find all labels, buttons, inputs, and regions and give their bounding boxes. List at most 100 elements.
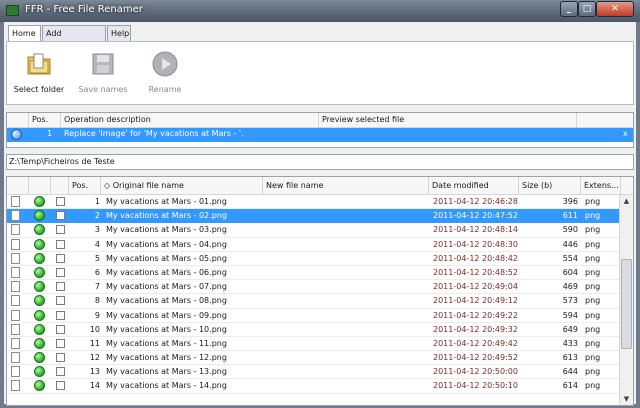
file-pos: 4 <box>94 239 100 249</box>
file-row[interactable]: 1 My vacations at Mars - 01.png 2011-04-12… <box>7 195 633 210</box>
close-button[interactable]: ✕ <box>596 1 634 17</box>
scroll-thumb[interactable] <box>621 259 632 349</box>
save-names-button[interactable]: Save names <box>77 50 129 102</box>
file-extension: png <box>585 211 601 221</box>
play-icon <box>152 51 178 77</box>
file-checkbox[interactable] <box>56 267 65 277</box>
file-checkbox[interactable] <box>56 211 65 221</box>
file-row[interactable]: 12 My vacations at Mars - 12.png 2011-04-1… <box>7 351 633 366</box>
file-checkbox[interactable] <box>56 324 65 334</box>
file-size: 469 <box>562 282 578 292</box>
minimize-button[interactable]: _ <box>560 1 578 17</box>
file-row[interactable]: 2 My vacations at Mars - 02.png 2011-04-12… <box>7 209 633 224</box>
file-checkbox[interactable] <box>56 353 65 363</box>
status-ok-icon <box>34 352 45 364</box>
maximize-button[interactable]: □ <box>578 1 596 17</box>
window-title: FFR - Free File Renamer <box>25 4 143 15</box>
file-checkbox[interactable] <box>56 338 65 348</box>
file-icon <box>11 252 20 264</box>
header-date-modified[interactable]: Date modified <box>429 177 519 195</box>
status-ok-icon <box>34 252 45 264</box>
file-checkbox[interactable] <box>56 282 65 292</box>
file-icon <box>11 295 20 307</box>
select-folder-button[interactable]: Select folder <box>13 50 65 102</box>
header-preview[interactable]: Preview selected file <box>319 113 577 128</box>
file-extension: png <box>585 253 601 263</box>
file-icon <box>11 224 20 236</box>
file-checkbox[interactable] <box>56 381 65 391</box>
file-row[interactable]: 13 My vacations at Mars - 13.png 2011-04-1… <box>7 365 633 380</box>
header-status <box>29 177 51 195</box>
folder-icon <box>27 53 51 75</box>
file-icon <box>11 196 20 207</box>
tab-help[interactable]: Help <box>107 25 131 41</box>
file-checkbox[interactable] <box>56 310 65 320</box>
file-checkbox[interactable] <box>56 225 65 235</box>
header-new-file-name[interactable]: New file name <box>263 177 429 195</box>
file-extension: png <box>585 324 601 334</box>
file-row[interactable]: 6 My vacations at Mars - 06.png 2011-04-12… <box>7 266 633 281</box>
file-row[interactable]: 7 My vacations at Mars - 07.png 2011-04-12… <box>7 280 633 295</box>
scroll-down-icon[interactable]: ▼ <box>620 393 633 405</box>
file-row[interactable]: 8 My vacations at Mars - 08.png 2011-04-12… <box>7 294 633 309</box>
header-check <box>51 177 69 195</box>
file-size: 614 <box>562 381 578 391</box>
file-row[interactable]: 9 My vacations at Mars - 09.png 2011-04-12… <box>7 309 633 323</box>
file-checkbox[interactable] <box>56 253 65 263</box>
original-file-name: My vacations at Mars - 05.png <box>106 253 227 263</box>
original-file-name: My vacations at Mars - 04.png <box>106 239 227 249</box>
status-ok-icon <box>34 295 45 307</box>
file-size: 396 <box>562 197 578 206</box>
file-size: 649 <box>562 324 578 334</box>
operation-row[interactable]: 1 Replace 'Image' for 'My vacations at M… <box>7 128 633 142</box>
header-pos[interactable]: Pos. <box>29 113 61 128</box>
rename-button[interactable]: Rename <box>145 50 185 102</box>
date-modified: 2011-04-12 20:48:52 <box>433 267 518 277</box>
file-size: 644 <box>562 367 578 377</box>
header-operation-description[interactable]: Operation description <box>61 113 319 128</box>
date-modified: 2011-04-12 20:46:28 <box>433 197 518 206</box>
folder-path-field[interactable]: Z:\Temp\Ficheiros de Teste <box>6 154 634 170</box>
file-pos: 10 <box>89 324 100 334</box>
file-checkbox[interactable] <box>56 367 65 377</box>
file-row[interactable]: 3 My vacations at Mars - 03.png 2011-04-12… <box>7 223 633 238</box>
tab-home[interactable]: Home <box>8 25 41 42</box>
original-file-name: My vacations at Mars - 06.png <box>106 267 227 277</box>
file-row[interactable]: 14 My vacations at Mars - 14.png 2011-04-1… <box>7 379 633 394</box>
file-icon <box>11 337 20 349</box>
header-size[interactable]: Size (b) <box>519 177 581 195</box>
vertical-scrollbar[interactable]: ▲ ▼ <box>619 195 633 405</box>
date-modified: 2011-04-12 20:48:14 <box>433 225 518 235</box>
status-ok-icon <box>34 337 45 349</box>
file-row[interactable]: 11 My vacations at Mars - 11.png 2011-04-1… <box>7 337 633 352</box>
file-icon <box>11 380 20 392</box>
file-checkbox[interactable] <box>56 197 65 206</box>
status-ok-icon <box>34 323 45 335</box>
date-modified: 2011-04-12 20:48:42 <box>433 253 518 263</box>
file-icon <box>11 266 20 278</box>
file-pos: 7 <box>94 282 100 292</box>
date-modified: 2011-04-12 20:47:52 <box>433 211 518 221</box>
header-original-file-name[interactable]: ◇ Original file name <box>101 177 263 195</box>
file-icon <box>11 323 20 335</box>
file-size: 604 <box>562 267 578 277</box>
file-row[interactable]: 5 My vacations at Mars - 05.png 2011-04-12… <box>7 252 633 266</box>
remove-operation-button[interactable]: x <box>623 129 628 138</box>
original-file-name: My vacations at Mars - 11.png <box>106 338 227 348</box>
file-checkbox[interactable] <box>56 239 65 249</box>
file-row[interactable]: 4 My vacations at Mars - 04.png 2011-04-12… <box>7 238 633 252</box>
file-pos: 9 <box>94 310 100 320</box>
save-names-label: Save names <box>78 85 128 94</box>
tab-add-operation[interactable]: Add Operation <box>42 25 106 53</box>
file-extension: png <box>585 353 601 363</box>
header-pos[interactable]: Pos. <box>69 177 101 195</box>
file-rows: 1 My vacations at Mars - 01.png 2011-04-12… <box>7 195 633 394</box>
sort-icon: ◇ <box>104 181 111 190</box>
operation-description: Replace 'Image' for 'My vacations at Mar… <box>64 129 244 138</box>
file-pos: 13 <box>89 367 100 377</box>
scroll-up-icon[interactable]: ▲ <box>620 195 633 208</box>
file-icon <box>11 352 20 364</box>
file-row[interactable]: 10 My vacations at Mars - 10.png 2011-04-1… <box>7 323 633 337</box>
file-checkbox[interactable] <box>56 296 65 306</box>
header-extension[interactable]: Extens... <box>581 177 621 195</box>
